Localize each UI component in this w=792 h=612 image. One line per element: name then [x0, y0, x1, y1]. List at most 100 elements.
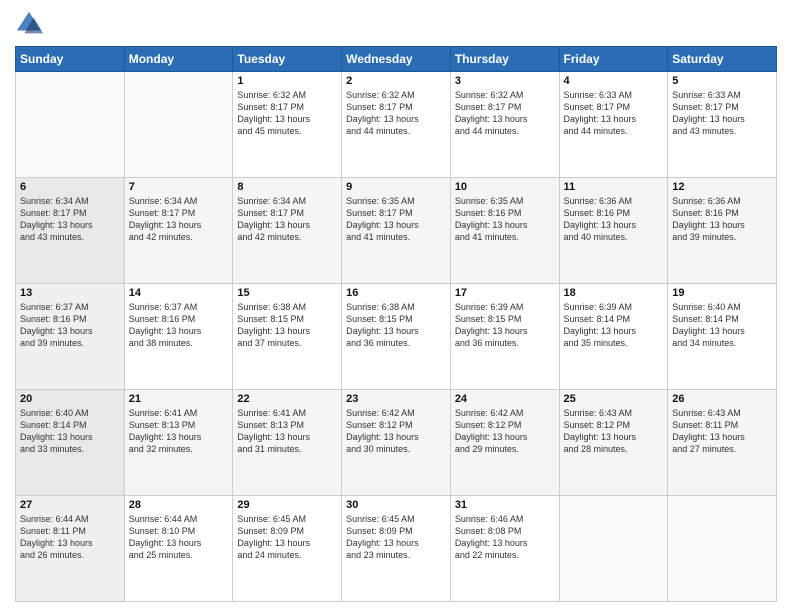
calendar-cell — [16, 72, 125, 178]
calendar-cell: 26 Sunrise: 6:43 AM Sunset: 8:11 PM Dayli… — [668, 390, 777, 496]
calendar-cell: 11 Sunrise: 6:36 AM Sunset: 8:16 PM Dayli… — [559, 178, 668, 284]
day-number: 18 — [564, 287, 664, 299]
day-info: Sunrise: 6:42 AM Sunset: 8:12 PM Dayligh… — [455, 407, 555, 456]
day-header-tuesday: Tuesday — [233, 47, 342, 72]
day-info: Sunrise: 6:41 AM Sunset: 8:13 PM Dayligh… — [237, 407, 337, 456]
day-number: 20 — [20, 393, 120, 405]
day-number: 13 — [20, 287, 120, 299]
calendar-cell: 22 Sunrise: 6:41 AM Sunset: 8:13 PM Dayli… — [233, 390, 342, 496]
day-info: Sunrise: 6:43 AM Sunset: 8:12 PM Dayligh… — [564, 407, 664, 456]
day-info: Sunrise: 6:45 AM Sunset: 8:09 PM Dayligh… — [346, 513, 446, 562]
calendar-cell: 19 Sunrise: 6:40 AM Sunset: 8:14 PM Dayli… — [668, 284, 777, 390]
day-number: 24 — [455, 393, 555, 405]
day-number: 8 — [237, 181, 337, 193]
calendar-cell: 12 Sunrise: 6:36 AM Sunset: 8:16 PM Dayli… — [668, 178, 777, 284]
day-info: Sunrise: 6:42 AM Sunset: 8:12 PM Dayligh… — [346, 407, 446, 456]
calendar-cell: 18 Sunrise: 6:39 AM Sunset: 8:14 PM Dayli… — [559, 284, 668, 390]
day-info: Sunrise: 6:45 AM Sunset: 8:09 PM Dayligh… — [237, 513, 337, 562]
calendar-cell: 16 Sunrise: 6:38 AM Sunset: 8:15 PM Dayli… — [342, 284, 451, 390]
day-number: 29 — [237, 499, 337, 511]
calendar-cell: 24 Sunrise: 6:42 AM Sunset: 8:12 PM Dayli… — [450, 390, 559, 496]
day-info: Sunrise: 6:33 AM Sunset: 8:17 PM Dayligh… — [672, 89, 772, 138]
calendar-cell: 31Sunrise: 6:46 AM Sunset: 8:08 PM Dayli… — [450, 496, 559, 602]
day-number: 9 — [346, 181, 446, 193]
calendar-cell — [559, 496, 668, 602]
day-number: 25 — [564, 393, 664, 405]
day-info: Sunrise: 6:44 AM Sunset: 8:10 PM Dayligh… — [129, 513, 229, 562]
calendar-cell: 15 Sunrise: 6:38 AM Sunset: 8:15 PM Dayli… — [233, 284, 342, 390]
day-header-sunday: Sunday — [16, 47, 125, 72]
day-info: Sunrise: 6:37 AM Sunset: 8:16 PM Dayligh… — [20, 301, 120, 350]
day-number: 28 — [129, 499, 229, 511]
day-info: Sunrise: 6:35 AM Sunset: 8:16 PM Dayligh… — [455, 195, 555, 244]
calendar-cell: 10 Sunrise: 6:35 AM Sunset: 8:16 PM Dayli… — [450, 178, 559, 284]
day-number: 6 — [20, 181, 120, 193]
day-info: Sunrise: 6:44 AM Sunset: 8:11 PM Dayligh… — [20, 513, 120, 562]
day-info: Sunrise: 6:32 AM Sunset: 8:17 PM Dayligh… — [346, 89, 446, 138]
day-info: Sunrise: 6:36 AM Sunset: 8:16 PM Dayligh… — [672, 195, 772, 244]
day-info: Sunrise: 6:34 AM Sunset: 8:17 PM Dayligh… — [129, 195, 229, 244]
day-number: 4 — [564, 75, 664, 87]
day-info: Sunrise: 6:39 AM Sunset: 8:14 PM Dayligh… — [564, 301, 664, 350]
calendar-cell: 13 Sunrise: 6:37 AM Sunset: 8:16 PM Dayli… — [16, 284, 125, 390]
day-number: 16 — [346, 287, 446, 299]
day-number: 11 — [564, 181, 664, 193]
day-info: Sunrise: 6:37 AM Sunset: 8:16 PM Dayligh… — [129, 301, 229, 350]
day-number: 1 — [237, 75, 337, 87]
day-header-wednesday: Wednesday — [342, 47, 451, 72]
logo-icon — [15, 10, 43, 38]
day-info: Sunrise: 6:35 AM Sunset: 8:17 PM Dayligh… — [346, 195, 446, 244]
day-info: Sunrise: 6:38 AM Sunset: 8:15 PM Dayligh… — [346, 301, 446, 350]
day-number: 23 — [346, 393, 446, 405]
calendar-cell: 14 Sunrise: 6:37 AM Sunset: 8:16 PM Dayli… — [124, 284, 233, 390]
calendar-table: SundayMondayTuesdayWednesdayThursdayFrid… — [15, 46, 777, 602]
day-number: 21 — [129, 393, 229, 405]
calendar-cell: 28 Sunrise: 6:44 AM Sunset: 8:10 PM Dayli… — [124, 496, 233, 602]
calendar-cell: 4 Sunrise: 6:33 AM Sunset: 8:17 PM Daylig… — [559, 72, 668, 178]
day-info: Sunrise: 6:46 AM Sunset: 8:08 PM Dayligh… — [455, 513, 555, 562]
calendar-cell — [124, 72, 233, 178]
day-number: 22 — [237, 393, 337, 405]
calendar-cell: 3Sunrise: 6:32 AM Sunset: 8:17 PM Daylig… — [450, 72, 559, 178]
day-info: Sunrise: 6:36 AM Sunset: 8:16 PM Dayligh… — [564, 195, 664, 244]
day-info: Sunrise: 6:32 AM Sunset: 8:17 PM Dayligh… — [455, 89, 555, 138]
calendar-cell: 29 Sunrise: 6:45 AM Sunset: 8:09 PM Dayli… — [233, 496, 342, 602]
day-number: 2 — [346, 75, 446, 87]
day-header-saturday: Saturday — [668, 47, 777, 72]
day-number: 15 — [237, 287, 337, 299]
calendar-cell: 8Sunrise: 6:34 AM Sunset: 8:17 PM Daylig… — [233, 178, 342, 284]
day-info: Sunrise: 6:39 AM Sunset: 8:15 PM Dayligh… — [455, 301, 555, 350]
day-number: 10 — [455, 181, 555, 193]
day-number: 30 — [346, 499, 446, 511]
day-info: Sunrise: 6:32 AM Sunset: 8:17 PM Dayligh… — [237, 89, 337, 138]
calendar-cell: 7Sunrise: 6:34 AM Sunset: 8:17 PM Daylig… — [124, 178, 233, 284]
day-number: 26 — [672, 393, 772, 405]
calendar-cell: 27 Sunrise: 6:44 AM Sunset: 8:11 PM Dayli… — [16, 496, 125, 602]
day-info: Sunrise: 6:41 AM Sunset: 8:13 PM Dayligh… — [129, 407, 229, 456]
day-number: 5 — [672, 75, 772, 87]
day-header-thursday: Thursday — [450, 47, 559, 72]
day-number: 12 — [672, 181, 772, 193]
calendar-cell: 21 Sunrise: 6:41 AM Sunset: 8:13 PM Dayli… — [124, 390, 233, 496]
day-header-monday: Monday — [124, 47, 233, 72]
calendar-cell: 2 Sunrise: 6:32 AM Sunset: 8:17 PM Daylig… — [342, 72, 451, 178]
calendar-cell: 17 Sunrise: 6:39 AM Sunset: 8:15 PM Dayli… — [450, 284, 559, 390]
day-info: Sunrise: 6:38 AM Sunset: 8:15 PM Dayligh… — [237, 301, 337, 350]
calendar-cell: 9 Sunrise: 6:35 AM Sunset: 8:17 PM Daylig… — [342, 178, 451, 284]
day-number: 17 — [455, 287, 555, 299]
calendar-cell: 30 Sunrise: 6:45 AM Sunset: 8:09 PM Dayli… — [342, 496, 451, 602]
calendar-cell: 20Sunrise: 6:40 AM Sunset: 8:14 PM Dayli… — [16, 390, 125, 496]
calendar-cell: 5 Sunrise: 6:33 AM Sunset: 8:17 PM Daylig… — [668, 72, 777, 178]
day-info: Sunrise: 6:33 AM Sunset: 8:17 PM Dayligh… — [564, 89, 664, 138]
day-number: 14 — [129, 287, 229, 299]
day-number: 19 — [672, 287, 772, 299]
day-info: Sunrise: 6:43 AM Sunset: 8:11 PM Dayligh… — [672, 407, 772, 456]
day-number: 27 — [20, 499, 120, 511]
day-info: Sunrise: 6:40 AM Sunset: 8:14 PM Dayligh… — [672, 301, 772, 350]
page-header — [15, 10, 777, 38]
calendar-cell — [668, 496, 777, 602]
calendar-cell: 6 Sunrise: 6:34 AM Sunset: 8:17 PM Daylig… — [16, 178, 125, 284]
calendar-cell: 25 Sunrise: 6:43 AM Sunset: 8:12 PM Dayli… — [559, 390, 668, 496]
day-header-friday: Friday — [559, 47, 668, 72]
day-info: Sunrise: 6:34 AM Sunset: 8:17 PM Dayligh… — [20, 195, 120, 244]
